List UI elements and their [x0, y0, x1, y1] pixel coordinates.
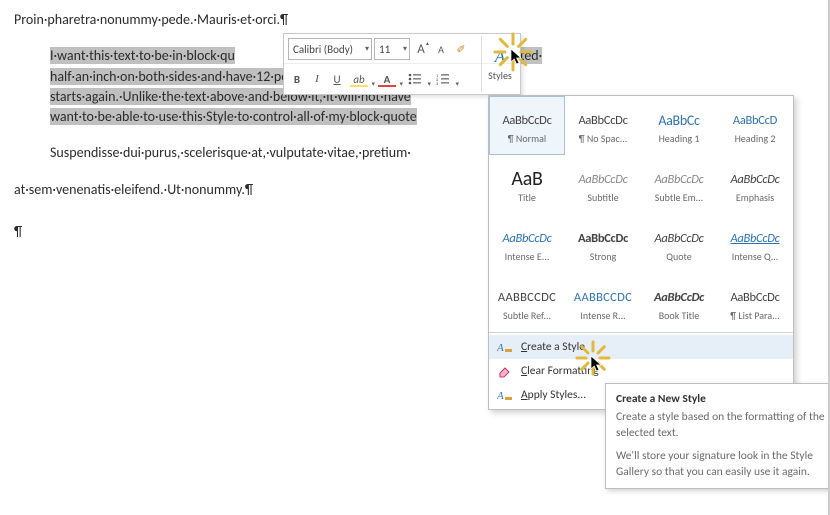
style-label: Intense Q... [732, 250, 779, 263]
shrink-font-button[interactable]: A [432, 40, 450, 58]
style-tile[interactable]: AaBbCcDcQuote [641, 214, 717, 273]
style-sample: AaBbCcDc [654, 226, 703, 250]
bullets-button[interactable]: ▾ [404, 70, 430, 88]
style-tile[interactable]: AABBCCDCSubtle Ref... [489, 273, 565, 332]
style-sample: AaBbCcDc [730, 167, 779, 191]
style-sample: AaBbCcDc [654, 167, 703, 191]
svg-text:A: A [497, 390, 504, 402]
svg-text:A: A [497, 342, 504, 354]
style-label: Subtitle [587, 191, 618, 204]
font-size-select[interactable]: 11▾ [374, 38, 410, 60]
mini-toolbar: Calibri (Body)▾ 11▾ A A ✐ B I U ab▾ A▾ ▾… [283, 33, 521, 95]
style-sample: AaBbCcDc [730, 226, 779, 250]
style-tile[interactable]: AaBbCcDc¶ List Para... [717, 273, 793, 332]
styles-button[interactable]: A Styles [481, 36, 518, 92]
highlight-button[interactable]: ab▾ [348, 70, 374, 88]
style-label: Intense E... [505, 250, 550, 263]
style-sample: AaBbCc [658, 108, 699, 132]
paragraph: Proin·pharetra·nonummy·pede.·Mauris·et·o… [14, 10, 806, 30]
style-label: ¶ List Para... [730, 309, 779, 322]
style-tile[interactable]: AaBbCcDcEmphasis [717, 155, 793, 214]
style-tile[interactable]: AaBbCcHeading 1 [641, 96, 717, 155]
style-label: ¶ No Spac... [579, 132, 628, 145]
font-family-select[interactable]: Calibri (Body)▾ [288, 38, 372, 60]
format-painter-button[interactable]: ✐ [452, 40, 470, 58]
style-label: ¶ Normal [508, 132, 546, 145]
font-color-button[interactable]: A▾ [376, 70, 402, 88]
create-style-icon: A [497, 339, 513, 355]
style-sample: AaB [511, 167, 542, 191]
style-sample: AaBbCcDc [578, 226, 628, 250]
style-label: Subtle Ref... [503, 309, 551, 322]
style-label: Quote [666, 250, 691, 263]
style-tile[interactable]: AaBbCcDcIntense Q... [717, 214, 793, 273]
style-tile[interactable]: AaBbCcDcSubtle Em... [641, 155, 717, 214]
style-sample: AABBCCDC [574, 285, 632, 309]
create-style-item[interactable]: A Create a Style [489, 335, 793, 359]
underline-button[interactable]: U [328, 70, 346, 88]
style-sample: AaBbCcDc [730, 285, 779, 309]
style-tile[interactable]: AaBbCcDcIntense E... [489, 214, 565, 273]
style-tile[interactable]: AaBbCcDc¶ Normal [489, 96, 565, 155]
numbering-button[interactable]: 123 ▾ [432, 70, 458, 88]
svg-text:3: 3 [436, 82, 439, 85]
tooltip-text: Create a style based on the formatting o… [616, 410, 826, 441]
styles-label: Styles [488, 69, 512, 82]
grow-font-button[interactable]: A [412, 40, 430, 58]
styles-icon: A [495, 47, 505, 67]
style-sample: AaBbCcDc [578, 167, 627, 191]
style-label: Subtle Em... [655, 191, 703, 204]
style-tile[interactable]: AaBbCcDcStrong [565, 214, 641, 273]
clear-formatting-item[interactable]: Clear Formatting [489, 359, 793, 383]
style-tile[interactable]: AaBbCcDcSubtitle [565, 155, 641, 214]
chevron-down-icon: ▾ [403, 44, 407, 54]
style-label: Heading 2 [735, 132, 776, 145]
style-label: Title [518, 191, 536, 204]
style-tile[interactable]: AaBTitle [489, 155, 565, 214]
style-sample: AaBbCcDc [502, 108, 551, 132]
tooltip-text: We'll store your signature look in the S… [616, 449, 826, 480]
style-sample: AaBbCcDc [502, 226, 551, 250]
bold-button[interactable]: B [288, 70, 306, 88]
style-label: Book Title [659, 309, 700, 322]
styles-gallery: AaBbCcDc¶ NormalAaBbCcDc¶ No Spac...AaBb… [488, 95, 794, 410]
style-tile[interactable]: AaBbCcDcBook Title [641, 273, 717, 332]
style-sample: AaBbCcDc [578, 108, 627, 132]
numbering-icon: 123 [436, 73, 450, 85]
style-label: Heading 1 [659, 132, 700, 145]
italic-button[interactable]: I [308, 70, 326, 88]
style-tile[interactable]: AaBbCcDHeading 2 [717, 96, 793, 155]
apply-styles-icon: A [497, 387, 513, 403]
style-label: Intense R... [580, 309, 625, 322]
style-sample: AABBCCDC [498, 285, 556, 309]
style-label: Emphasis [736, 191, 774, 204]
style-tile[interactable]: AABBCCDCIntense R... [565, 273, 641, 332]
style-sample: AaBbCcDc [654, 285, 704, 309]
style-sample: AaBbCcD [733, 108, 777, 132]
tooltip: Create a New Style Create a style based … [605, 383, 830, 489]
chevron-down-icon: ▾ [365, 44, 369, 54]
bullets-icon [408, 73, 422, 85]
styles-grid: AaBbCcDc¶ NormalAaBbCcDc¶ No Spac...AaBb… [489, 96, 793, 332]
style-tile[interactable]: AaBbCcDc¶ No Spac... [565, 96, 641, 155]
eraser-icon [497, 363, 513, 379]
tooltip-title: Create a New Style [616, 392, 826, 406]
style-label: Strong [590, 250, 617, 263]
